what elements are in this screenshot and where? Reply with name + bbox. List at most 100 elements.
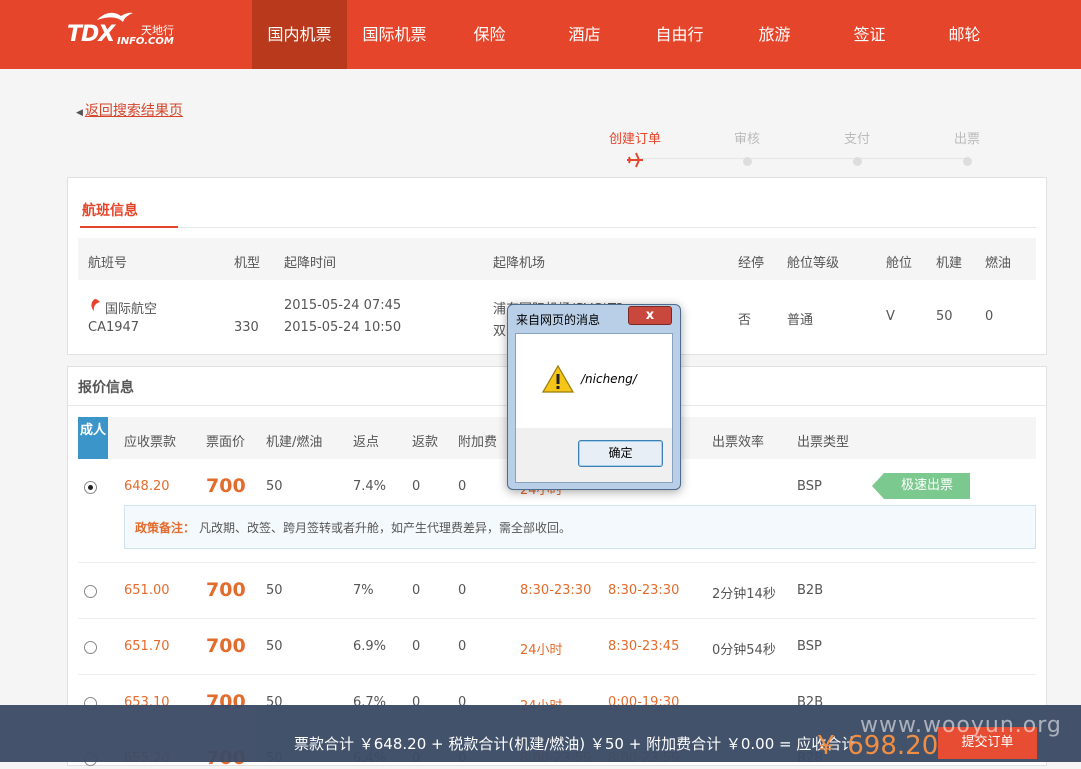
efficiency: 2分钟14秒 xyxy=(712,587,776,602)
watermark: www.wooyun.org xyxy=(860,713,1062,738)
aircraft-type: 330 xyxy=(234,320,259,335)
tab-flight-info[interactable]: 航班信息 xyxy=(82,200,138,220)
extra-fee: 0 xyxy=(458,479,467,494)
steps-line xyxy=(640,158,970,159)
top-header: TDX INFO.COM 天地行 国内机票 国际机票 保险 酒店 自由行 旅游 … xyxy=(0,0,1081,69)
ticket-type: BSP xyxy=(797,639,822,654)
nav-visa[interactable]: 签证 xyxy=(822,0,917,69)
price-row[interactable]: 651.70 700 50 6.9% 0 0 24小时 8:30-23:45 0… xyxy=(78,619,1036,675)
plane-icon xyxy=(627,152,643,168)
th-tax-fuel: 机建/燃油 xyxy=(266,435,323,450)
nav-cruise[interactable]: 邮轮 xyxy=(917,0,1012,69)
work-hours: 8:30-23:30 xyxy=(608,583,680,598)
tax-value: 50 xyxy=(936,309,953,324)
fast-ticket-button[interactable]: 极速出票 xyxy=(872,473,970,499)
dialog-body: /nicheng/ 确定 xyxy=(515,333,673,483)
th-fuel: 燃油 xyxy=(985,256,1012,271)
ticket-type: BSP xyxy=(797,479,822,494)
step-label: 创建订单 xyxy=(608,132,661,147)
nav-tour[interactable]: 旅游 xyxy=(727,0,822,69)
summary-text: 票款合计 ￥648.20 + 税款合计(机建/燃油) ￥50 + 附加费合计 ￥… xyxy=(294,735,857,753)
cabin-value: V xyxy=(886,309,895,324)
th-efficiency: 出票效率 xyxy=(712,435,765,450)
tax-fuel: 50 xyxy=(266,479,283,494)
step-dot xyxy=(852,157,862,166)
extra-fee: 0 xyxy=(458,639,467,654)
efficiency: 0分钟54秒 xyxy=(712,643,776,658)
th-refund: 返款 xyxy=(412,435,439,450)
step-label: 出票 xyxy=(953,132,980,147)
ok-button[interactable]: 确定 xyxy=(578,440,663,467)
th-aircraft: 机型 xyxy=(234,256,261,271)
refund: 0 xyxy=(412,479,421,494)
tax-fuel: 50 xyxy=(266,583,283,598)
nav-insurance[interactable]: 保险 xyxy=(442,0,537,69)
face-price: 700 xyxy=(206,579,246,601)
active-tab-underline xyxy=(80,226,178,228)
fuel-value: 0 xyxy=(985,309,994,324)
divider xyxy=(80,227,1036,228)
arrive-airport: 双 xyxy=(493,324,507,339)
price-radio[interactable] xyxy=(84,641,97,654)
due-price: 651.00 xyxy=(124,583,170,598)
nav-free-travel[interactable]: 自由行 xyxy=(632,0,727,69)
cabin-class-value: 普通 xyxy=(787,313,814,328)
th-airport: 起降机场 xyxy=(493,256,546,271)
flight-number: CA1947 xyxy=(88,320,140,335)
step-payment: 支付 xyxy=(822,128,892,166)
refund: 0 xyxy=(412,639,421,654)
flight-table-header: 航班号 机型 起降时间 起降机场 经停 舱位等级 舱位 机建 燃油 xyxy=(78,238,1036,280)
caret-left-icon: ◀ xyxy=(76,108,83,118)
order-steps: 创建订单 审核 支付 出票 xyxy=(600,128,1010,168)
face-price: 700 xyxy=(206,475,246,497)
price-radio[interactable] xyxy=(84,481,97,494)
alert-dialog: 来自网页的消息 x /nicheng/ 确定 xyxy=(507,304,681,490)
ticket-hours: 24小时 xyxy=(520,643,563,658)
step-ticketing: 出票 xyxy=(932,128,1002,166)
site-logo[interactable]: TDX INFO.COM 天地行 xyxy=(67,10,177,50)
step-dot xyxy=(962,157,972,166)
close-icon[interactable]: x xyxy=(628,306,672,325)
rebate: 7.4% xyxy=(353,479,387,494)
due-price: 651.70 xyxy=(124,639,170,654)
th-time: 起降时间 xyxy=(284,256,337,271)
th-tax: 机建 xyxy=(936,256,963,271)
th-cabin-class: 舱位等级 xyxy=(787,256,840,271)
price-row[interactable]: 651.00 700 50 7% 0 0 8:30-23:30 8:30-23:… xyxy=(78,563,1036,619)
th-flight-no: 航班号 xyxy=(88,256,128,271)
warning-icon xyxy=(542,364,574,393)
airline-name: 国际航空 xyxy=(105,302,158,317)
nav-international-flights[interactable]: 国际机票 xyxy=(347,0,442,69)
logo-cn: 天地行 xyxy=(141,24,174,37)
ticket-hours: 8:30-23:30 xyxy=(520,583,592,598)
step-label: 审核 xyxy=(733,132,760,147)
extra-fee: 0 xyxy=(458,583,467,598)
depart-time: 2015-05-24 07:45 xyxy=(284,298,402,313)
face-price: 700 xyxy=(206,635,246,657)
th-stop: 经停 xyxy=(738,256,765,271)
main-nav: 国内机票 国际机票 保险 酒店 自由行 旅游 签证 邮轮 xyxy=(252,0,1012,69)
price-radio[interactable] xyxy=(84,585,97,598)
nav-domestic-flights[interactable]: 国内机票 xyxy=(252,0,347,69)
due-price: 648.20 xyxy=(124,479,170,494)
th-face: 票面价 xyxy=(206,435,246,450)
policy-note: 政策备注： 凡改期、改签、跨月签转或者升舱，如产生代理费差异，需全部收回。 xyxy=(124,505,1036,549)
step-label: 支付 xyxy=(843,132,870,147)
step-create-order: 创建订单 xyxy=(600,128,670,169)
logo-main: TDX xyxy=(67,22,115,47)
step-dot xyxy=(742,157,752,166)
th-ticket-type: 出票类型 xyxy=(797,435,850,450)
rebate: 6.9% xyxy=(353,639,387,654)
policy-label: 政策备注： xyxy=(135,521,196,535)
air-china-logo-icon xyxy=(91,299,100,311)
price-title: 报价信息 xyxy=(78,380,134,396)
refund: 0 xyxy=(412,583,421,598)
policy-text: 凡改期、改签、跨月签转或者升舱，如产生代理费差异，需全部收回。 xyxy=(199,521,572,535)
nav-hotel[interactable]: 酒店 xyxy=(537,0,632,69)
dialog-message: /nicheng/ xyxy=(581,372,637,386)
th-extra: 附加费 xyxy=(458,435,498,450)
stop-value: 否 xyxy=(738,313,752,328)
back-to-results-link[interactable]: ◀ 返回搜索结果页 xyxy=(76,100,183,120)
back-link-label: 返回搜索结果页 xyxy=(84,103,183,119)
dialog-title: 来自网页的消息 xyxy=(516,313,601,327)
